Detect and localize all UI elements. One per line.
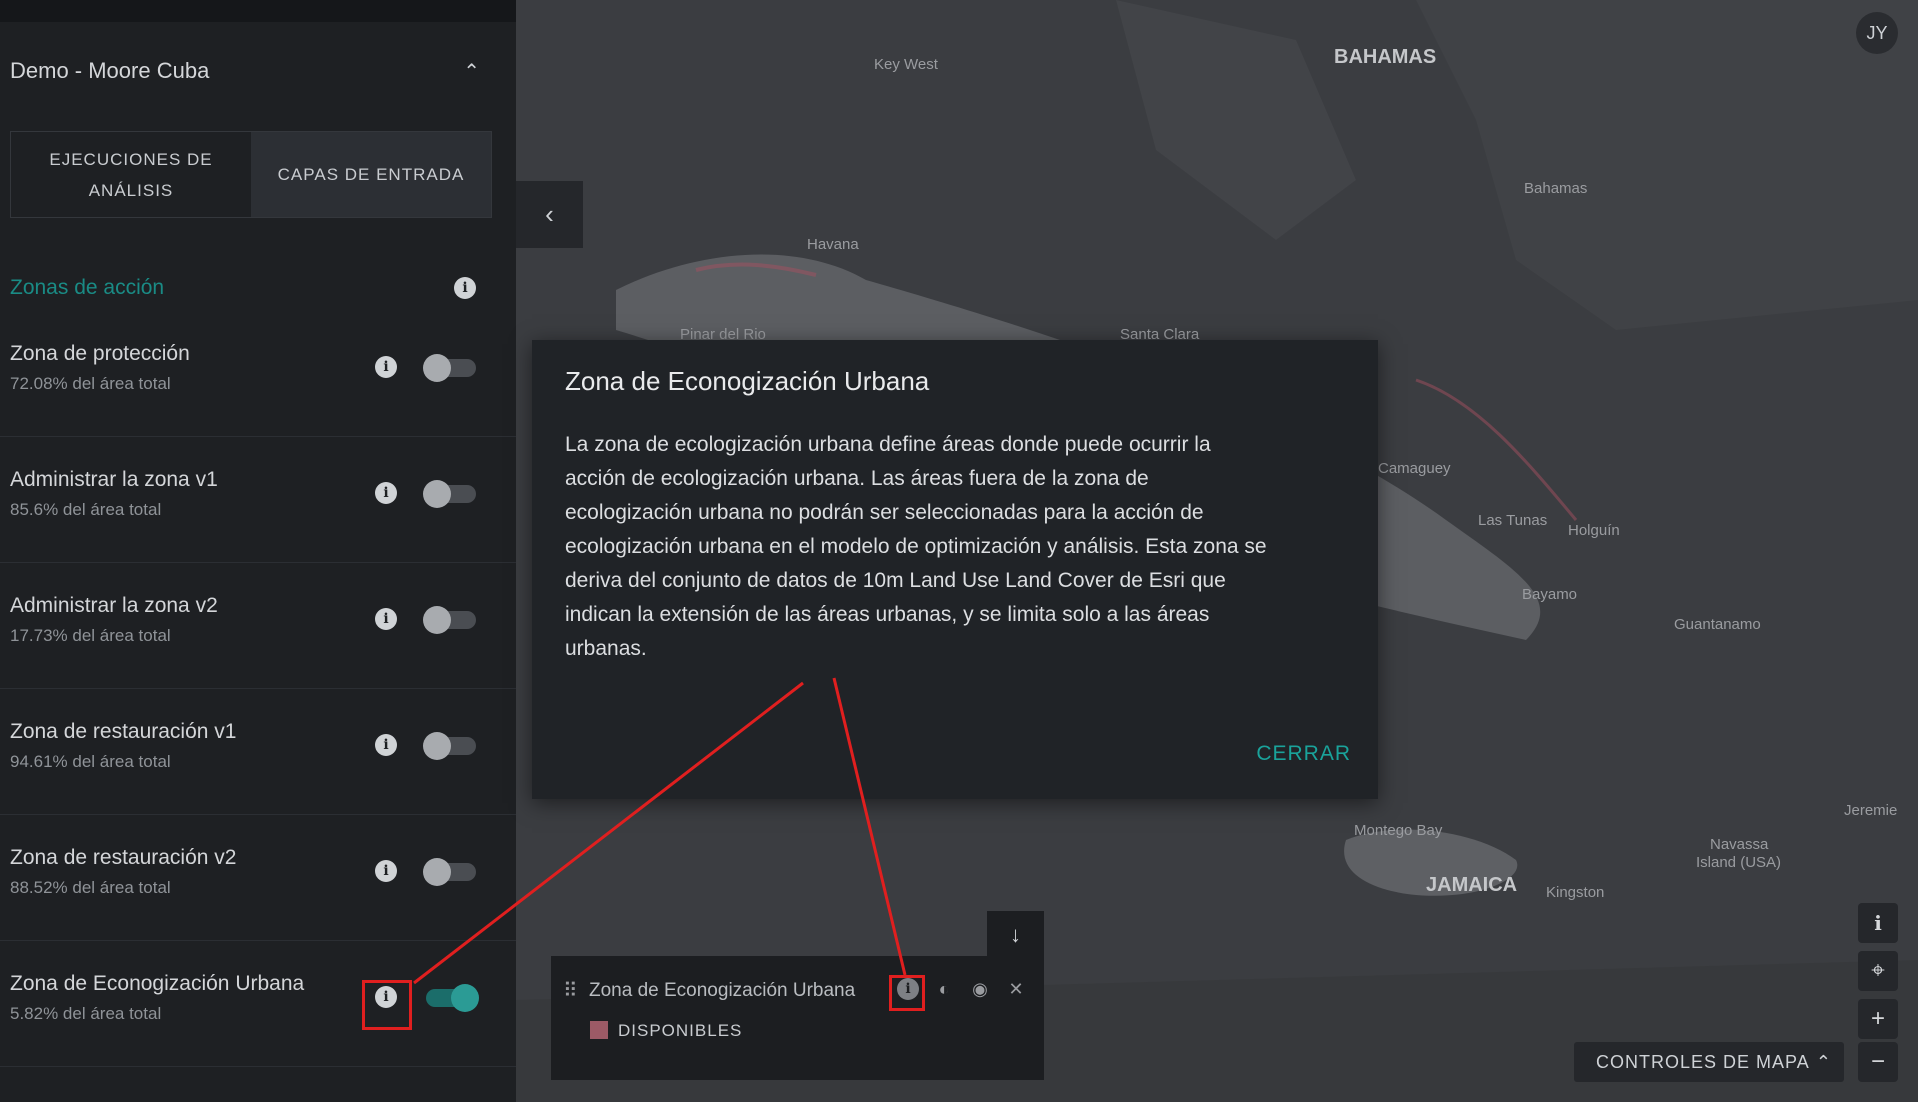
map-label-kingston: Kingston [1546,884,1605,901]
sidebar-top-strip [0,0,516,22]
dialog-body: La zona de ecologización urbana define á… [565,428,1355,666]
eye-icon[interactable]: ◉ [969,978,991,1000]
map-label-jeremie: Jeremie [1844,802,1898,819]
map-info-button[interactable]: i [1858,903,1898,943]
dialog-body-line: urbanas. [565,637,647,660]
map-label-key-west: Key West [874,56,938,73]
layer-item: Administrar la zona v1 85.6% del área to… [0,438,516,563]
map-label-holguin: Holguín [1568,522,1620,539]
layer-name: Administrar la zona v2 [10,594,218,617]
close-icon[interactable]: ✕ [1005,978,1027,1000]
dialog-title: Zona de Econogización Urbana [565,366,930,396]
map-label-montego-bay: Montego Bay [1354,822,1443,839]
layer-toggle[interactable] [423,480,476,508]
toggle-knob [423,606,451,634]
layer-area: 88.52% del área total [10,878,171,897]
layer-toggle[interactable] [423,354,476,382]
drag-handle-icon[interactable]: ⠿ [563,978,578,1003]
map-label-camaguey: Camaguey [1378,460,1451,477]
layer-item-active: Zona de Econogización Urbana 5.82% del á… [0,942,516,1067]
section-title: Zonas de acción [10,276,165,299]
info-icon[interactable]: i [375,734,397,756]
layer-area: 94.61% del área total [10,752,171,771]
section-header: Zonas de acción i [10,268,490,308]
map-label-havana: Havana [807,236,859,253]
map-label-bahamas-country: BAHAMAS [1334,46,1437,68]
close-button[interactable]: CERRAR [1256,742,1351,766]
layer-item: Administrar la zona v2 17.73% del área t… [0,564,516,689]
map-label-navassa: Navassa [1710,836,1769,853]
chevron-up-icon[interactable]: ⌃ [463,59,480,84]
tab-ejecuciones-de-analisis[interactable]: EJECUCIONES DE ANÁLISIS [11,132,251,217]
toggle-knob [423,480,451,508]
info-icon[interactable]: i [375,356,397,378]
map-label-island-usa: Island (USA) [1696,854,1782,871]
info-icon[interactable]: i [375,860,397,882]
map-label-las-tunas: Las Tunas [1478,512,1548,529]
sidebar: Demo - Moore Cuba ⌃ EJECUCIONES DE ANÁLI… [0,0,516,1102]
layer-toggle[interactable] [423,858,476,886]
layer-item: Zona de restauración v1 94.61% del área … [0,690,516,815]
tab-capas-de-entrada[interactable]: CAPAS DE ENTRADA [251,132,491,217]
tab-label-line1: EJECUCIONES DE [49,149,213,169]
layer-name: Zona de Econogización Urbana [10,972,305,995]
info-icon[interactable]: i [375,482,397,504]
highlight-box-legend-info [889,975,925,1011]
project-header[interactable]: Demo - Moore Cuba ⌃ [10,54,490,88]
toggle-knob [423,858,451,886]
layer-name: Zona de protección [10,342,190,365]
project-title: Demo - Moore Cuba [10,58,210,83]
zoom-out-button[interactable]: − [1858,1042,1898,1082]
layer-name: Administrar la zona v1 [10,468,218,491]
toggle-knob [451,984,479,1012]
dialog-body-line: ecologización urbana en el modelo de opt… [565,535,1267,558]
legend-category: DISPONIBLES [618,1021,743,1040]
legend-layer-title: Zona de Econogización Urbana [589,980,856,1001]
layer-item: Zona de restauración v2 88.52% del área … [0,816,516,941]
avatar[interactable]: JY [1856,12,1898,54]
dialog-body-line: acción de ecologización urbana. Las área… [565,467,1149,490]
info-dialog: Zona de Econogización Urbana La zona de … [532,340,1378,799]
info-icon[interactable]: i [375,608,397,630]
legend-panel: ⠿ Zona de Econogización Urbana i ◐ ◉ ✕ D… [551,956,1044,1080]
opacity-icon[interactable]: ◐ [933,978,955,1000]
map-label-bahamas: Bahamas [1524,180,1588,197]
layer-item: Zona de protección 72.08% del área total… [0,312,516,437]
layer-name: Zona de restauración v1 [10,720,237,743]
dialog-body-line: deriva del conjunto de datos de 10m Land… [565,569,1226,592]
collapse-sidebar-button[interactable]: ‹ [516,181,583,248]
dialog-body-line: ecologización urbana no podrán ser selec… [565,501,1204,524]
layer-area: 5.82% del área total [10,1004,162,1023]
layer-toggle[interactable] [423,606,476,634]
layer-area: 17.73% del área total [10,626,171,645]
dialog-body-line: La zona de ecologización urbana define á… [565,433,1211,456]
tab-label: CAPAS DE ENTRADA [277,165,465,184]
highlight-box-sidebar-info [362,980,412,1030]
map-label-bayamo: Bayamo [1522,586,1578,603]
info-icon[interactable]: i [454,277,476,299]
layer-area: 72.08% del área total [10,374,171,393]
layer-toggle[interactable] [426,984,479,1012]
legend-collapse-button[interactable]: ↓ [987,911,1044,958]
map-controls-toggle[interactable]: CONTROLES DE MAPA ⌃ [1574,1042,1844,1082]
dialog-body-line: indican la extensión de las áreas urbana… [565,603,1210,626]
tab-label-line2: ANÁLISIS [88,180,174,200]
legend-swatch [590,1021,608,1039]
locate-icon[interactable]: ⌖ [1858,951,1898,991]
map-controls-label: CONTROLES DE MAPA [1596,1051,1810,1072]
layer-toggle[interactable] [423,732,476,760]
layer-area: 85.6% del área total [10,500,162,519]
map-label-guantanamo: Guantanamo [1674,616,1761,633]
toggle-knob [423,354,451,382]
chevron-up-icon: ⌃ [1815,1051,1832,1072]
map-label-jamaica: JAMAICA [1426,874,1518,896]
toggle-knob [423,732,451,760]
tab-bar: EJECUCIONES DE ANÁLISIS CAPAS DE ENTRADA [10,131,492,218]
zoom-in-button[interactable]: + [1858,999,1898,1039]
layer-name: Zona de restauración v2 [10,846,237,869]
